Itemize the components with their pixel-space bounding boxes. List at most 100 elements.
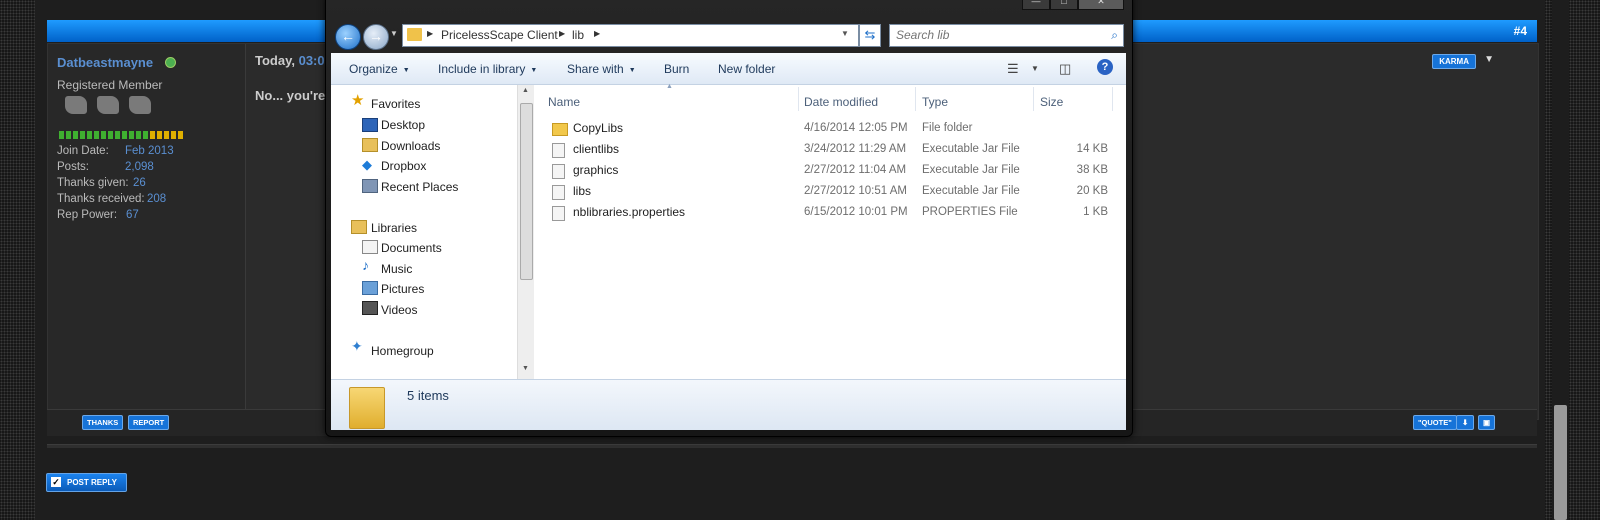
videos-icon	[362, 301, 378, 315]
reputation-segment	[129, 131, 134, 139]
rank-icons	[65, 96, 165, 120]
preview-pane-icon[interactable]: ◫	[1059, 61, 1071, 77]
desktop-icon	[362, 118, 378, 132]
quick-reply-icon[interactable]: ▣	[1478, 415, 1496, 430]
rank-icon	[97, 96, 119, 114]
folder-icon	[407, 28, 422, 41]
nav-recent-places[interactable]: Recent Places	[381, 180, 458, 194]
nav-pane-scrollbar[interactable]: ▲ ▼	[517, 85, 534, 379]
forward-button[interactable]: →	[363, 24, 389, 50]
stat-value-posts[interactable]: 2,098	[125, 161, 154, 173]
user-title: Registered Member	[57, 78, 163, 92]
column-divider[interactable]	[915, 87, 916, 111]
online-status-icon	[165, 57, 176, 68]
star-icon: ★	[351, 92, 365, 109]
stat-label-thanks-given: Thanks given:	[57, 177, 129, 189]
downloads-icon	[362, 138, 378, 152]
scroll-down-icon[interactable]: ▼	[522, 365, 529, 372]
column-header-size[interactable]: Size	[1040, 95, 1063, 109]
file-name: libs	[573, 184, 592, 198]
recent-pages-dropdown-icon[interactable]: ▼	[390, 29, 398, 38]
refresh-button[interactable]: ⇆	[859, 24, 881, 47]
burn-button[interactable]: Burn	[664, 62, 689, 76]
post-menu-dropdown-icon[interactable]: ▼	[1484, 54, 1494, 65]
reputation-segment	[150, 131, 155, 139]
checkmark-icon: ✓	[51, 477, 61, 487]
nav-homegroup[interactable]: Homegroup	[371, 344, 434, 358]
file-date: 2/27/2012 10:51 AM	[804, 185, 907, 197]
nav-desktop[interactable]: Desktop	[381, 118, 425, 132]
file-row[interactable]: libs 2/27/2012 10:51 AM Executable Jar F…	[548, 182, 1123, 202]
file-row[interactable]: CopyLibs 4/16/2014 12:05 PM File folder	[548, 119, 1123, 139]
back-button[interactable]: ←	[335, 24, 361, 50]
address-dropdown-icon[interactable]: ▼	[841, 29, 849, 38]
column-header-date-modified[interactable]: Date modified	[804, 95, 878, 109]
nav-videos[interactable]: Videos	[381, 303, 417, 317]
column-divider[interactable]	[798, 87, 799, 111]
reputation-segment	[101, 131, 106, 139]
minimize-button[interactable]: —	[1022, 0, 1050, 10]
reputation-segment	[94, 131, 99, 139]
nav-music[interactable]: Music	[381, 262, 412, 276]
breadcrumb-chevron-icon[interactable]: ▶	[594, 29, 600, 38]
left-background-pattern	[0, 0, 35, 520]
stat-value-thanks-received: 208	[147, 193, 167, 205]
homegroup-icon: ✦	[351, 338, 363, 354]
new-folder-button[interactable]: New folder	[718, 62, 775, 76]
search-icon[interactable]: ⌕	[1111, 28, 1118, 43]
reputation-segment	[157, 131, 162, 139]
breadcrumb-chevron-icon[interactable]: ▶	[559, 29, 565, 38]
post-number-link[interactable]: #4	[1514, 24, 1527, 38]
jar-file-icon	[552, 185, 565, 200]
file-type: Executable Jar File	[922, 185, 1020, 197]
nav-favorites[interactable]: Favorites	[371, 97, 420, 111]
page-scrollbar-thumb[interactable]	[1554, 405, 1567, 520]
thanks-button[interactable]: THANKS	[82, 415, 124, 430]
breadcrumb-chevron-icon[interactable]: ▶	[427, 29, 433, 38]
file-row[interactable]: graphics 2/27/2012 11:04 AM Executable J…	[548, 161, 1123, 181]
stat-label-rep-power: Rep Power:	[57, 209, 118, 221]
nav-documents[interactable]: Documents	[381, 241, 442, 255]
help-icon[interactable]: ?	[1097, 59, 1113, 75]
nav-downloads[interactable]: Downloads	[381, 139, 440, 153]
scroll-up-icon[interactable]: ▲	[522, 87, 529, 94]
post-reply-button[interactable]: ✓ POST REPLY	[46, 473, 127, 492]
breadcrumb-item[interactable]: lib	[572, 28, 584, 42]
file-list-pane: Name ▲ Date modified Type Size CopyLibs …	[534, 83, 1126, 379]
organize-menu[interactable]: Organize ▼	[349, 62, 410, 76]
file-row[interactable]: nblibraries.properties 6/15/2012 10:01 P…	[548, 203, 1123, 223]
sort-ascending-icon: ▲	[666, 83, 673, 90]
reputation-segment	[171, 131, 176, 139]
post-reply-label: POST REPLY	[67, 478, 117, 487]
reputation-segment	[66, 131, 71, 139]
column-header-type[interactable]: Type	[922, 95, 948, 109]
search-input[interactable]	[896, 27, 1096, 43]
post-separator	[47, 444, 1537, 448]
nav-scrollbar-thumb[interactable]	[520, 103, 533, 280]
quote-button[interactable]: "QUOTE"	[1413, 415, 1457, 430]
share-with-menu[interactable]: Share with ▼	[567, 62, 636, 76]
column-divider[interactable]	[1033, 87, 1034, 111]
column-header-name[interactable]: Name	[548, 95, 580, 109]
nav-libraries[interactable]: Libraries	[371, 221, 417, 235]
rank-icon	[65, 96, 87, 114]
address-bar[interactable]: ▶ PricelessScape Client ▶ lib ▶ ▼	[402, 24, 859, 47]
karma-button[interactable]: KARMA	[1432, 54, 1476, 69]
view-dropdown-icon[interactable]: ▼	[1031, 64, 1039, 73]
column-divider[interactable]	[1112, 87, 1113, 111]
report-button[interactable]: REPORT	[128, 415, 170, 430]
nav-dropbox[interactable]: Dropbox	[381, 159, 426, 173]
multiquote-icon[interactable]: ⬇	[1456, 415, 1475, 430]
view-options-icon[interactable]: ☰	[1007, 61, 1019, 77]
breadcrumb-item[interactable]: PricelessScape Client	[441, 28, 558, 42]
stat-label-thanks-received: Thanks received:	[57, 193, 145, 205]
nav-pictures[interactable]: Pictures	[381, 282, 424, 296]
close-button[interactable]: ✕	[1078, 0, 1124, 10]
file-row[interactable]: clientlibs 3/24/2012 11:29 AM Executable…	[548, 140, 1123, 160]
window-controls: — □ ✕	[1022, 0, 1124, 10]
maximize-button[interactable]: □	[1050, 0, 1078, 10]
username-link[interactable]: Datbeastmayne	[57, 55, 153, 70]
explorer-window: — □ ✕ ← → ▼ ▶ PricelessScape Client ▶ lib …	[325, 0, 1133, 437]
post-date-prefix: Today,	[255, 53, 295, 68]
include-in-library-menu[interactable]: Include in library ▼	[438, 62, 537, 76]
